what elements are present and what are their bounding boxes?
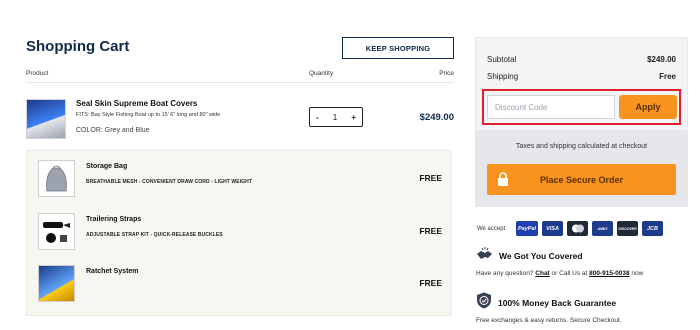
mastercard-icon bbox=[567, 221, 588, 236]
chat-link[interactable]: Chat bbox=[535, 270, 549, 277]
addon-price: FREE bbox=[419, 226, 442, 236]
addon-description: ADJUSTABLE STRAP KIT - QUICK-RELEASE BUC… bbox=[86, 232, 223, 238]
handshake-icon bbox=[477, 247, 492, 259]
covered-now: now bbox=[631, 270, 644, 277]
shipping-label: Shipping bbox=[487, 72, 519, 81]
page-title: Shopping Cart bbox=[26, 38, 130, 55]
quantity-column-header: Quantity bbox=[309, 70, 334, 77]
subtotal-label: Subtotal bbox=[487, 55, 517, 64]
covered-text: Have any question? Chat or Call Us at 80… bbox=[476, 270, 643, 277]
keep-shopping-button[interactable]: KEEP SHOPPING bbox=[342, 37, 454, 59]
decrease-quantity-button[interactable]: - bbox=[316, 113, 319, 122]
shipping-row: Shipping Free bbox=[487, 72, 676, 81]
subtotal-value: $249.00 bbox=[647, 55, 676, 64]
shield-check-icon bbox=[477, 292, 491, 309]
amex-icon: AMEX bbox=[592, 221, 613, 236]
trailering-straps-thumbnail bbox=[38, 213, 75, 250]
money-back-text: Free exchanges & easy returns. Secure Ch… bbox=[476, 317, 622, 324]
covered-question: Have any question? bbox=[476, 270, 534, 277]
place-secure-order-button[interactable]: Place Secure Order bbox=[487, 164, 676, 195]
increase-quantity-button[interactable]: + bbox=[351, 113, 356, 122]
visa-icon: VISA bbox=[542, 221, 563, 236]
jcb-icon: JCB bbox=[642, 221, 663, 236]
list-item: Storage Bag BREATHABLE MESH - CONVENIENT… bbox=[38, 160, 442, 204]
ratchet-system-thumbnail bbox=[38, 265, 75, 302]
discover-icon: DISCOVER bbox=[617, 221, 638, 236]
tax-note: Taxes and shipping calculated at checkou… bbox=[515, 143, 648, 150]
addon-name: Trailering Straps bbox=[86, 216, 142, 223]
we-accept-label: We accept bbox=[477, 226, 506, 232]
price-column-header: Price bbox=[439, 70, 454, 77]
discount-code-input[interactable]: Discount Code bbox=[487, 95, 615, 119]
money-back-title: 100% Money Back Guarantee bbox=[498, 298, 617, 308]
quantity-stepper[interactable]: - 1 + bbox=[309, 107, 363, 127]
lock-icon bbox=[498, 172, 508, 186]
product-color: COLOR: Grey and Blue bbox=[76, 127, 150, 134]
product-name[interactable]: Seal Skin Supreme Boat Covers bbox=[76, 99, 197, 108]
covered-call: or Call Us at bbox=[551, 270, 588, 277]
quantity-value[interactable]: 1 bbox=[333, 113, 337, 122]
place-secure-order-label: Place Secure Order bbox=[539, 174, 624, 185]
apply-discount-button[interactable]: Apply bbox=[619, 95, 677, 119]
storage-bag-thumbnail bbox=[38, 160, 75, 197]
subtotal-row: Subtotal $249.00 bbox=[487, 55, 676, 64]
addon-price: FREE bbox=[419, 173, 442, 183]
header-divider bbox=[26, 82, 454, 83]
product-fits: FITS: Bay Style Fishing Boat up to 15' 6… bbox=[76, 112, 221, 118]
addon-name: Ratchet System bbox=[86, 268, 139, 275]
phone-link[interactable]: 800-915-0038 bbox=[589, 270, 629, 277]
list-item: Trailering Straps ADJUSTABLE STRAP KIT -… bbox=[38, 213, 442, 257]
addon-price: FREE bbox=[419, 278, 442, 288]
boat-cover-thumbnail[interactable] bbox=[26, 99, 66, 139]
addon-name: Storage Bag bbox=[86, 163, 128, 170]
list-item: Ratchet System FREE bbox=[38, 265, 442, 309]
paypal-icon: PayPal bbox=[516, 221, 538, 236]
covered-title: We Got You Covered bbox=[499, 251, 583, 261]
product-column-header: Product bbox=[26, 70, 49, 77]
shipping-value: Free bbox=[659, 72, 676, 81]
addon-list: Storage Bag BREATHABLE MESH - CONVENIENT… bbox=[26, 150, 452, 316]
product-price: $249.00 bbox=[419, 112, 454, 123]
addon-description: BREATHABLE MESH - CONVENIENT DRAW CORD -… bbox=[86, 179, 253, 185]
